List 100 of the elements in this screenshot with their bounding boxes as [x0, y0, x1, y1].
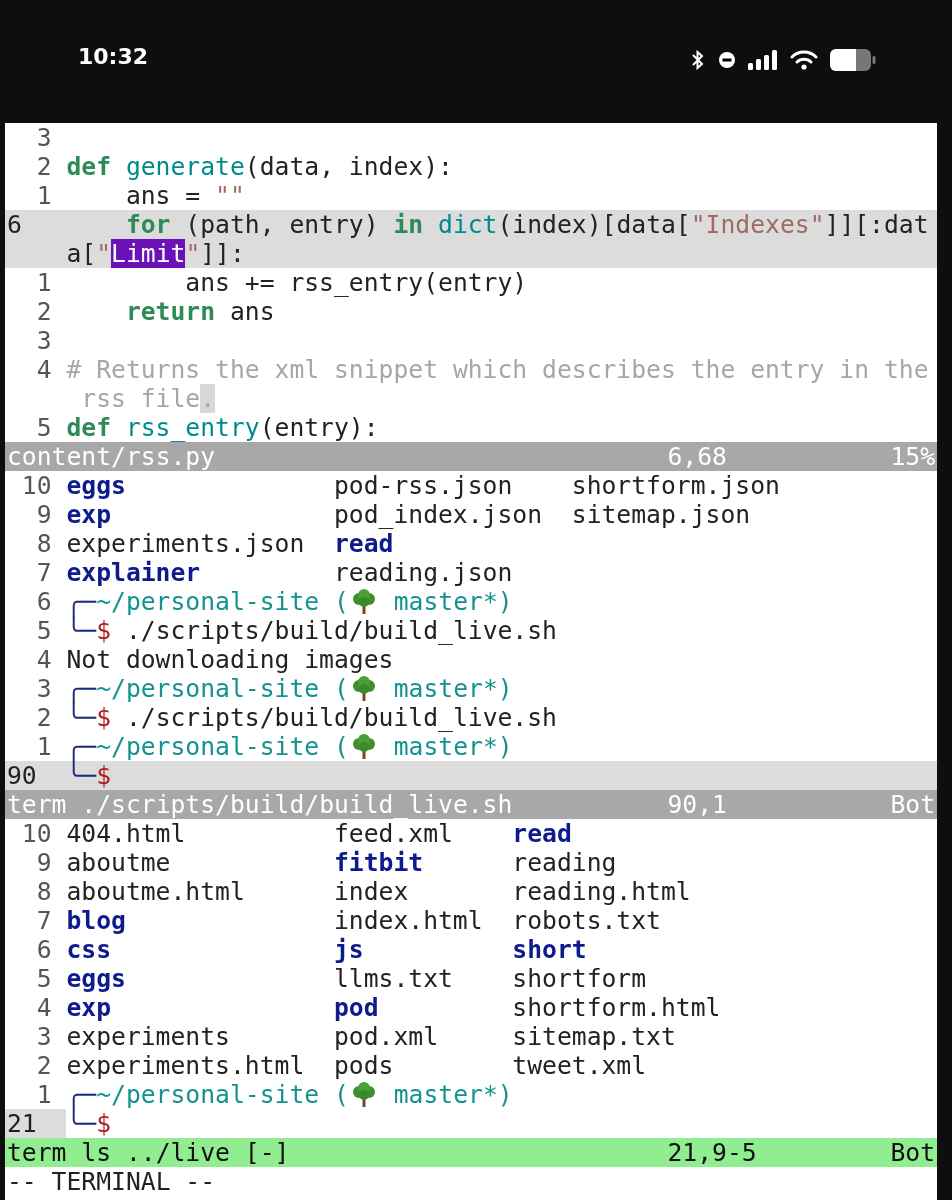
code-line: rss file.	[80, 384, 216, 413]
directory-name: pod	[333, 993, 380, 1022]
tree-icon	[350, 733, 377, 760]
line-number: 6	[35, 587, 52, 616]
prompt-path: ~/personal-site (	[96, 587, 349, 616]
file-name: reading	[512, 848, 618, 877]
file-name: robots.txt	[512, 906, 662, 935]
directory-name: blog	[66, 906, 127, 935]
line-number: 9	[35, 848, 52, 877]
prompt-symbol: $	[96, 761, 112, 790]
line-number: 3	[35, 123, 52, 152]
tree-icon	[350, 1081, 377, 1108]
line-number: 5	[35, 964, 52, 993]
file-name: experiments.json	[66, 529, 306, 558]
code-line: for (path, entry) in dict(index)[data["Indexes"]][:dat	[124, 210, 929, 239]
prompt-symbol: $	[96, 1109, 112, 1138]
prompt-frame: ╰─	[66, 703, 97, 732]
code-line: return ans	[124, 297, 275, 326]
line-number: 4	[35, 993, 52, 1022]
line-number: 1	[35, 181, 52, 210]
line-number: 10	[20, 471, 52, 500]
terminal-text: ./scripts/build/build_live.sh	[124, 703, 557, 732]
file-name: pod_index.json	[333, 500, 544, 529]
file-name: aboutme.html	[66, 877, 246, 906]
scroll-position: Bot	[890, 790, 936, 819]
line-number: 6	[7, 210, 23, 239]
wifi-icon	[790, 50, 818, 70]
line-number: 7	[35, 558, 52, 587]
line-number: 2	[35, 152, 52, 181]
buffer-name: term ls ../live [-]	[7, 1138, 291, 1167]
line-number: 8	[35, 877, 52, 906]
code-line: # Returns the xml snippet which describes the entry in the	[66, 355, 929, 384]
prompt-path: ~/personal-site (	[96, 1080, 349, 1109]
line-number: 3	[35, 326, 52, 355]
file-name: reading.html	[512, 877, 692, 906]
tree-icon	[350, 588, 377, 615]
directory-name: read	[512, 819, 573, 848]
prompt-frame: ╰─	[66, 761, 97, 790]
line-number: 1	[35, 732, 52, 761]
directory-name: explainer	[66, 558, 202, 587]
scroll-position: 15%	[890, 442, 936, 471]
file-name: experiments.html	[66, 1051, 306, 1080]
line-number: 3	[35, 1022, 52, 1051]
line-number: 2	[35, 703, 52, 732]
cursor-position: 21,9-5	[667, 1138, 758, 1167]
line-number: 1	[35, 268, 52, 297]
prompt-path: ~/personal-site (	[96, 674, 349, 703]
prompt-frame: ╭─	[66, 587, 97, 616]
buffer-name: content/rss.py	[7, 442, 217, 471]
code-line: ans += rss_entry(entry)	[184, 268, 528, 297]
mode-indicator: -- TERMINAL --	[6, 1167, 217, 1196]
line-number: 4	[35, 355, 52, 384]
git-branch: master*)	[392, 674, 513, 703]
line-number: 7	[35, 906, 52, 935]
tree-icon	[350, 675, 377, 702]
file-name: index.html	[333, 906, 484, 935]
git-branch: master*)	[392, 732, 513, 761]
scroll-position: Bot	[890, 1138, 936, 1167]
line-number: 1	[35, 1080, 52, 1109]
prompt-frame: ╭─	[66, 674, 97, 703]
file-name: reading.json	[333, 558, 514, 587]
prompt-frame: ╰─	[66, 1109, 97, 1138]
line-number: 10	[20, 819, 52, 848]
file-name: shortform	[512, 964, 648, 993]
clock-time: 10:32	[78, 44, 149, 69]
file-name: feed.xml	[333, 819, 454, 848]
battery-icon	[830, 49, 876, 71]
file-name: tweet.xml	[512, 1051, 648, 1080]
directory-name: eggs	[66, 471, 127, 500]
file-name: experiments	[66, 1022, 231, 1051]
directory-name: read	[333, 529, 395, 558]
file-name: 404.html	[66, 819, 187, 848]
prompt-frame: ╰─	[66, 616, 97, 645]
line-number: 5	[35, 616, 52, 645]
line-number: 4	[35, 645, 52, 674]
git-branch: master*)	[392, 1080, 513, 1109]
cursor-position: 6,68	[667, 442, 728, 471]
line-number: 2	[35, 297, 52, 326]
cursor-position: 90,1	[667, 790, 728, 819]
prompt-frame: ╭─	[66, 732, 97, 761]
buffer-name: term ./scripts/build/build_live.sh	[7, 790, 514, 819]
do-not-disturb-icon	[718, 51, 736, 69]
prompt-frame: ╭─	[66, 1080, 97, 1109]
file-name: shortform.html	[512, 993, 722, 1022]
line-number: 2	[35, 1051, 52, 1080]
directory-name: exp	[66, 993, 113, 1022]
line-number: 9	[35, 500, 52, 529]
code-line: a["Limit"]]:	[66, 239, 245, 268]
file-name: pod-rss.json	[333, 471, 514, 500]
line-number: 90	[7, 761, 38, 790]
file-name: sitemap.txt	[512, 1022, 677, 1051]
line-number: 3	[35, 674, 52, 703]
directory-name: short	[512, 935, 588, 964]
directory-name: css	[66, 935, 113, 964]
file-name: pod.xml	[333, 1022, 439, 1051]
file-name: pods	[333, 1051, 395, 1080]
git-branch: master*)	[392, 587, 513, 616]
code-line: ans = ""	[124, 181, 245, 210]
line-number: 8	[35, 529, 52, 558]
file-name: sitemap.json	[571, 500, 752, 529]
